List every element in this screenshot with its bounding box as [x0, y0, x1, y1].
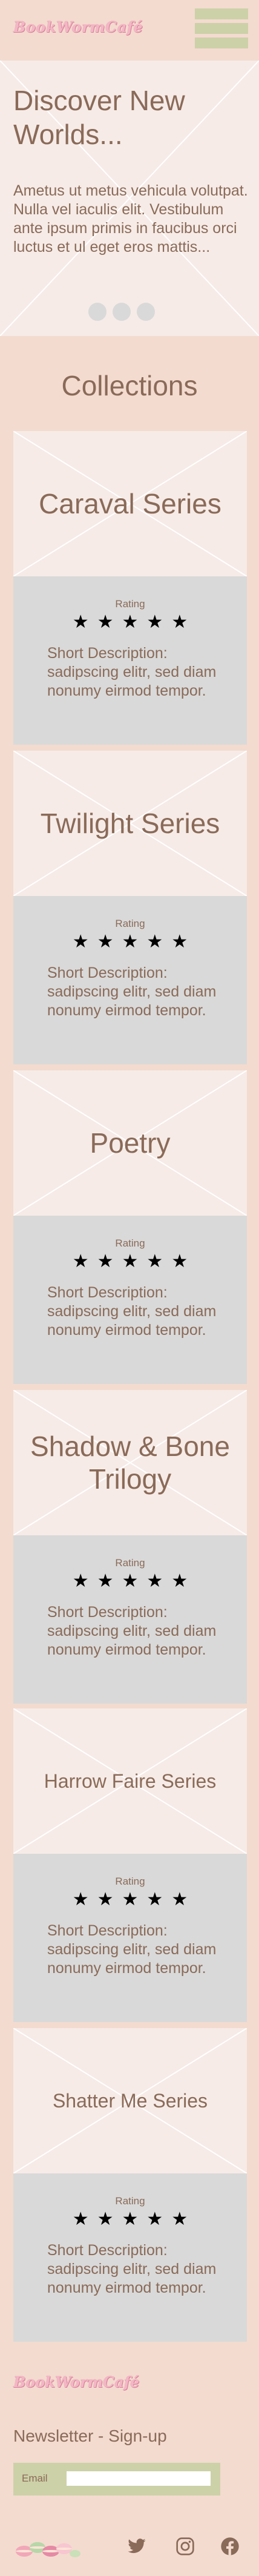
star-rating-icon[interactable]: ★★★★★	[13, 931, 247, 952]
collection-card[interactable]: Shadow & Bone Trilogy Rating ★★★★★ Short De…	[13, 1390, 247, 1704]
collection-image[interactable]: Poetry	[13, 1070, 247, 1216]
rating-label: Rating	[115, 598, 145, 610]
twitter-icon[interactable]	[126, 2537, 148, 2556]
collection-details: Rating ★★★★★ Short Description: sadipscing…	[13, 1535, 247, 1704]
short-description: Short Description: sadipscing elitr, sed…	[47, 2242, 217, 2296]
collection-card[interactable]: Twilight Series Rating ★★★★★ Short Descript…	[13, 751, 247, 1064]
star-rating-icon[interactable]: ★★★★★	[13, 1889, 247, 1910]
menu-bar	[195, 8, 248, 19]
collection-card[interactable]: Harrow Faire Series Rating ★★★★★ Short Desc…	[13, 1708, 247, 2022]
rating-label: Rating	[115, 918, 145, 929]
site-logo[interactable]: BookWormCafé	[13, 18, 143, 36]
collection-card[interactable]: Shatter Me Series Rating ★★★★★ Short Descri…	[13, 2028, 247, 2342]
star-rating-icon[interactable]: ★★★★★	[13, 611, 247, 633]
collections-heading: Collections	[61, 370, 198, 401]
carousel-dots	[88, 303, 161, 321]
collection-details: Rating ★★★★★ Short Description: sadipscing…	[13, 1216, 247, 1384]
carousel-dot[interactable]	[113, 303, 131, 321]
rating-label: Rating	[115, 1557, 145, 1569]
collection-image[interactable]: Twilight Series	[13, 751, 247, 896]
collection-details: Rating ★★★★★ Short Description: sadipscing…	[13, 2173, 247, 2342]
email-input[interactable]	[67, 2471, 211, 2486]
collection-details: Rating ★★★★★ Short Description: sadipscing…	[13, 576, 247, 745]
collection-image[interactable]: Shadow & Bone Trilogy	[13, 1390, 247, 1535]
hero-title: Discover New Worlds...	[13, 85, 185, 150]
star-rating-icon[interactable]: ★★★★★	[13, 2209, 247, 2230]
hero-carousel: Discover New Worlds... Ametus ut metus v…	[0, 61, 259, 336]
hamburger-menu-icon[interactable]	[195, 8, 248, 51]
short-description: Short Description: sadipscing elitr, sed…	[47, 1604, 217, 1658]
menu-bar	[195, 23, 248, 34]
collection-title: Poetry	[90, 1127, 171, 1159]
short-description: Short Description: sadipscing elitr, sed…	[47, 1284, 217, 1339]
newsletter-form: Email	[13, 2463, 220, 2495]
star-rating-icon[interactable]: ★★★★★	[13, 1570, 247, 1592]
collection-details: Rating ★★★★★ Short Description: sadipscing…	[13, 1854, 247, 2022]
carousel-dot[interactable]	[137, 303, 155, 321]
star-rating-icon[interactable]: ★★★★★	[13, 1251, 247, 1272]
collection-image[interactable]: Caraval Series	[13, 431, 247, 576]
collection-title: Caraval Series	[39, 488, 221, 519]
collection-card[interactable]: Poetry Rating ★★★★★ Short Description: sadi…	[13, 1070, 247, 1384]
rating-label: Rating	[115, 1876, 145, 1887]
facebook-icon[interactable]	[220, 2537, 240, 2556]
collection-image[interactable]: Harrow Faire Series	[13, 1708, 247, 1854]
macarons-icon	[16, 2542, 80, 2557]
collection-details: Rating ★★★★★ Short Description: sadipscing…	[13, 896, 247, 1064]
instagram-icon[interactable]	[175, 2537, 195, 2556]
carousel-dot[interactable]	[88, 303, 107, 321]
collection-title: Twilight Series	[40, 808, 220, 839]
short-description: Short Description: sadipscing elitr, sed…	[47, 645, 217, 699]
collection-title: Shatter Me Series	[52, 2090, 208, 2112]
newsletter-label: Newsletter - Sign-up	[13, 2426, 167, 2445]
hero-text: Ametus ut metus vehicula volutpat. Nulla…	[13, 182, 248, 255]
collection-image[interactable]: Shatter Me Series	[13, 2028, 247, 2173]
short-description: Short Description: sadipscing elitr, sed…	[47, 964, 217, 1019]
rating-label: Rating	[115, 1237, 145, 1249]
footer-logo[interactable]: BookWormCafé	[13, 2373, 139, 2391]
site-header: BookWormCafé	[0, 0, 259, 61]
collection-title: Shadow & Bone Trilogy	[30, 1431, 230, 1495]
email-label: Email	[22, 2472, 48, 2484]
collection-card[interactable]: Caraval Series Rating ★★★★★ Short Descripti…	[13, 431, 247, 745]
collection-title: Harrow Faire Series	[44, 1770, 217, 1792]
short-description: Short Description: sadipscing elitr, sed…	[47, 1922, 217, 1977]
menu-bar	[195, 38, 248, 48]
rating-label: Rating	[115, 2195, 145, 2207]
